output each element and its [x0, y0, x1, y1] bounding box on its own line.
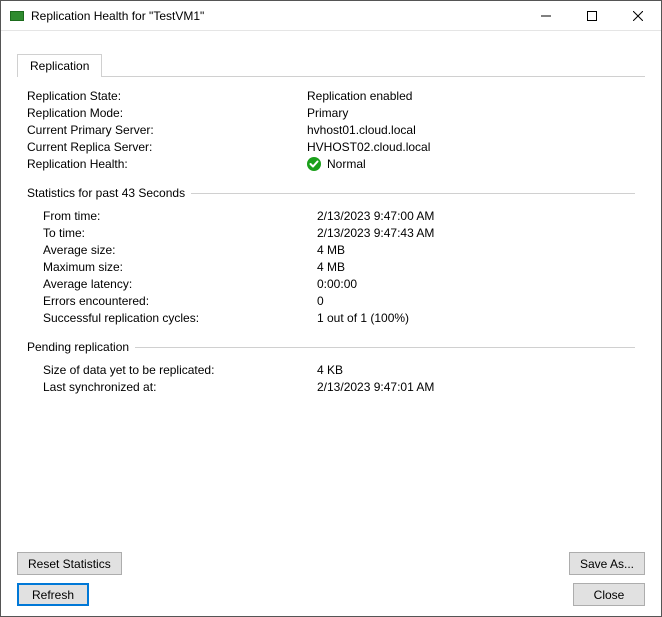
spacer: [97, 583, 565, 606]
value-replication-mode: Primary: [307, 105, 348, 121]
row-size-remaining: Size of data yet to be replicated: 4 KB: [43, 362, 635, 378]
row-errors: Errors encountered: 0: [43, 293, 635, 309]
health-text: Normal: [327, 156, 366, 172]
row-max-size: Maximum size: 4 MB: [43, 259, 635, 275]
bottom-padding: [1, 610, 661, 616]
group-statistics: Statistics for past 43 Seconds From time…: [27, 186, 635, 326]
row-replication-state: Replication State: Replication enabled: [27, 88, 635, 104]
group-header-pending: Pending replication: [27, 340, 635, 354]
value-errors: 0: [317, 293, 324, 309]
label-errors: Errors encountered:: [43, 293, 317, 309]
row-replication-health: Replication Health: Normal: [27, 156, 635, 172]
value-avg-latency: 0:00:00: [317, 276, 357, 292]
label-avg-latency: Average latency:: [43, 276, 317, 292]
save-as-button[interactable]: Save As...: [569, 552, 645, 575]
label-success-cycles: Successful replication cycles:: [43, 310, 317, 326]
label-to-time: To time:: [43, 225, 317, 241]
row-success-cycles: Successful replication cycles: 1 out of …: [43, 310, 635, 326]
heading-statistics: Statistics for past 43 Seconds: [27, 186, 185, 200]
window-controls: [523, 1, 661, 30]
tab-strip: Replication: [17, 53, 645, 77]
button-row-2: Refresh Close: [1, 579, 661, 610]
label-current-replica: Current Replica Server:: [27, 139, 307, 155]
heading-pending: Pending replication: [27, 340, 129, 354]
minimize-button[interactable]: [523, 1, 569, 30]
group-body-statistics: From time: 2/13/2023 9:47:00 AM To time:…: [27, 208, 635, 326]
group-body-pending: Size of data yet to be replicated: 4 KB …: [27, 362, 635, 395]
tab-panel-replication: Replication State: Replication enabled R…: [17, 77, 645, 540]
close-button[interactable]: Close: [573, 583, 645, 606]
row-current-primary: Current Primary Server: hvhost01.cloud.l…: [27, 122, 635, 138]
label-from-time: From time:: [43, 208, 317, 224]
value-replication-state: Replication enabled: [307, 88, 412, 104]
maximize-button[interactable]: [569, 1, 615, 30]
divider: [191, 193, 635, 194]
label-replication-mode: Replication Mode:: [27, 105, 307, 121]
value-max-size: 4 MB: [317, 259, 345, 275]
label-replication-state: Replication State:: [27, 88, 307, 104]
button-row-1: Reset Statistics Save As...: [1, 552, 661, 579]
titlebar: Replication Health for "TestVM1": [1, 1, 661, 31]
reset-statistics-button[interactable]: Reset Statistics: [17, 552, 122, 575]
health-ok-icon: [307, 157, 321, 171]
group-header-statistics: Statistics for past 43 Seconds: [27, 186, 635, 200]
row-current-replica: Current Replica Server: HVHOST02.cloud.l…: [27, 139, 635, 155]
row-avg-latency: Average latency: 0:00:00: [43, 276, 635, 292]
spacer: [130, 552, 561, 575]
label-current-primary: Current Primary Server:: [27, 122, 307, 138]
content-area: Replication Replication State: Replicati…: [1, 31, 661, 552]
row-last-sync: Last synchronized at: 2/13/2023 9:47:01 …: [43, 379, 635, 395]
group-pending: Pending replication Size of data yet to …: [27, 340, 635, 395]
value-current-primary: hvhost01.cloud.local: [307, 122, 416, 138]
dialog-window: Replication Health for "TestVM1" Replica…: [0, 0, 662, 617]
value-to-time: 2/13/2023 9:47:43 AM: [317, 225, 434, 241]
label-size-remaining: Size of data yet to be replicated:: [43, 362, 317, 378]
refresh-button[interactable]: Refresh: [17, 583, 89, 606]
divider: [135, 347, 635, 348]
label-last-sync: Last synchronized at:: [43, 379, 317, 395]
value-current-replica: HVHOST02.cloud.local: [307, 139, 430, 155]
row-replication-mode: Replication Mode: Primary: [27, 105, 635, 121]
label-avg-size: Average size:: [43, 242, 317, 258]
value-replication-health: Normal: [307, 156, 366, 172]
label-max-size: Maximum size:: [43, 259, 317, 275]
value-from-time: 2/13/2023 9:47:00 AM: [317, 208, 434, 224]
app-icon: [9, 8, 25, 24]
value-last-sync: 2/13/2023 9:47:01 AM: [317, 379, 434, 395]
value-success-cycles: 1 out of 1 (100%): [317, 310, 409, 326]
row-avg-size: Average size: 4 MB: [43, 242, 635, 258]
close-window-button[interactable]: [615, 1, 661, 30]
row-to-time: To time: 2/13/2023 9:47:43 AM: [43, 225, 635, 241]
row-from-time: From time: 2/13/2023 9:47:00 AM: [43, 208, 635, 224]
value-size-remaining: 4 KB: [317, 362, 343, 378]
label-replication-health: Replication Health:: [27, 156, 307, 172]
tab-replication[interactable]: Replication: [17, 54, 102, 77]
window-title: Replication Health for "TestVM1": [31, 9, 523, 23]
value-avg-size: 4 MB: [317, 242, 345, 258]
